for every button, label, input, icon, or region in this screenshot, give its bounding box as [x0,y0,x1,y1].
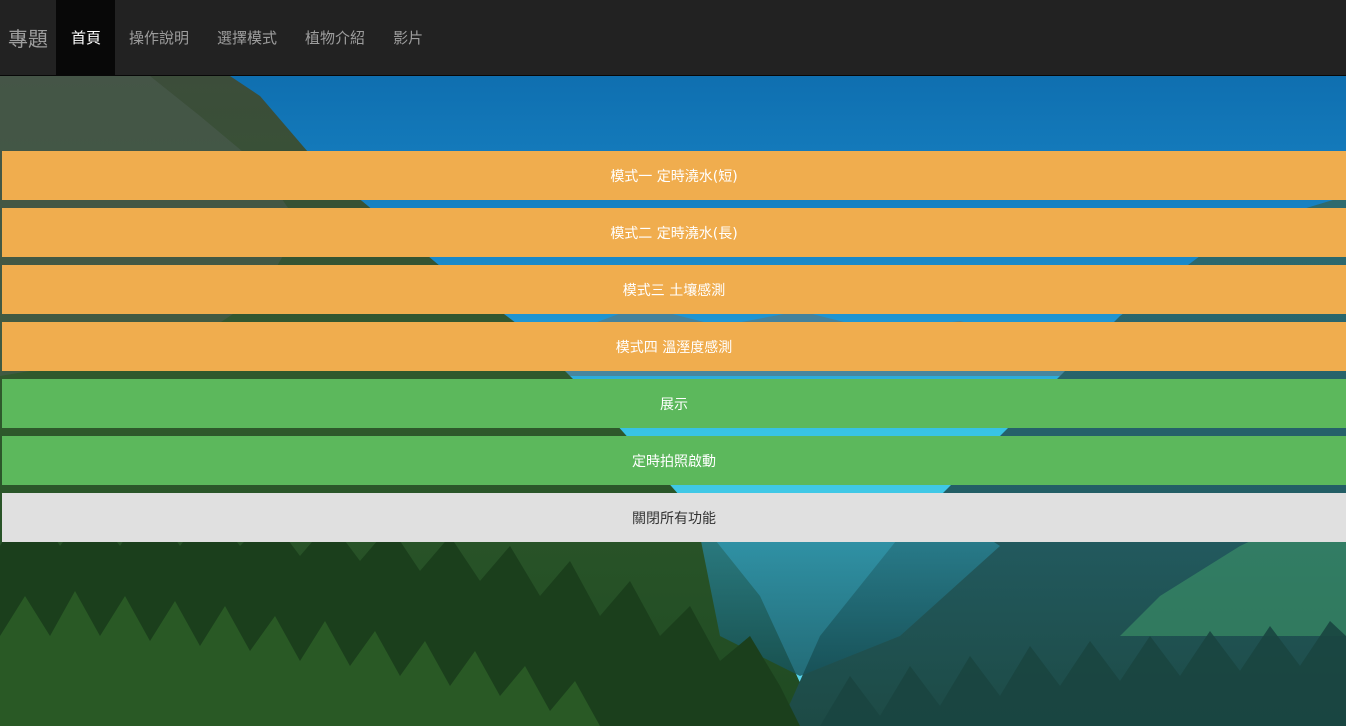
turn-off-all-functions-button[interactable]: 關閉所有功能 [2,493,1346,542]
start-timed-photo-button[interactable]: 定時拍照啟動 [2,436,1346,485]
mode-3-soil-sensing-button[interactable]: 模式三 土壤感測 [2,265,1346,314]
demo-button[interactable]: 展示 [2,379,1346,428]
nav-item-home[interactable]: 首頁 [56,0,116,76]
nav-item-select-mode[interactable]: 選擇模式 [203,0,291,76]
mode-button-list: 模式一 定時澆水(短) 模式二 定時澆水(長) 模式三 土壤感測 模式四 溫溼度… [2,151,1346,550]
mode-2-timed-watering-long-button[interactable]: 模式二 定時澆水(長) [2,208,1346,257]
top-navbar: 專題 首頁 操作說明 選擇模式 植物介紹 影片 [0,0,1346,76]
mode-1-timed-watering-short-button[interactable]: 模式一 定時澆水(短) [2,151,1346,200]
nav-item-plant-intro[interactable]: 植物介紹 [291,0,379,76]
page: 專題 首頁 操作說明 選擇模式 植物介紹 影片 模式一 定時澆水(短) 模式二 … [0,0,1346,726]
mode-4-temp-humidity-sensing-button[interactable]: 模式四 溫溼度感測 [2,322,1346,371]
nav-item-instructions[interactable]: 操作說明 [115,0,203,76]
nav-item-video[interactable]: 影片 [379,0,437,76]
navbar-brand[interactable]: 專題 [0,0,56,76]
